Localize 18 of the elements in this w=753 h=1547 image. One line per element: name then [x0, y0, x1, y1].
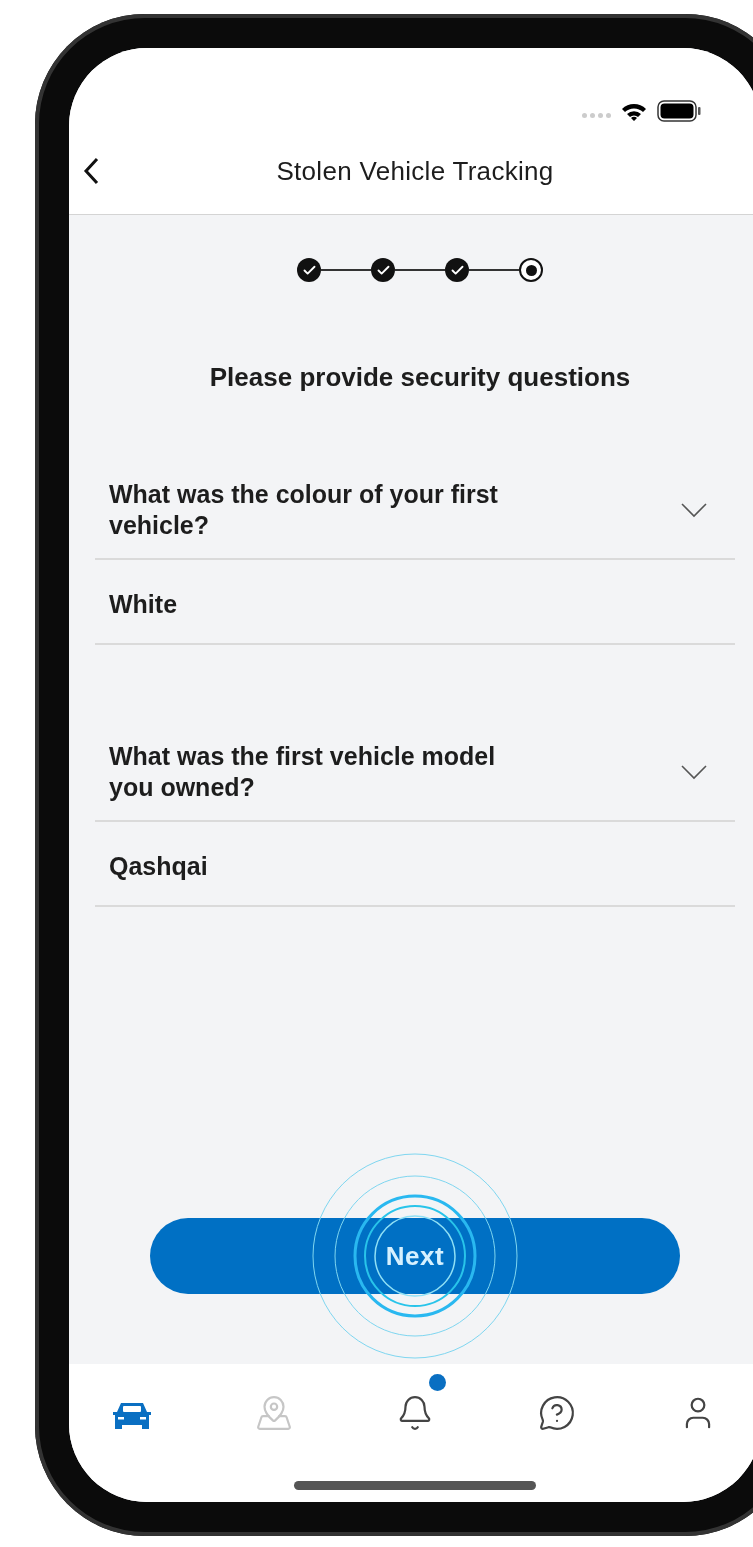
signal-icon — [582, 113, 611, 118]
answer-field[interactable]: White — [95, 559, 735, 645]
chevron-down-icon — [681, 502, 707, 518]
back-button[interactable] — [81, 155, 101, 187]
help-icon — [537, 1394, 576, 1432]
car-icon — [112, 1400, 152, 1432]
chevron-down-icon — [681, 764, 707, 780]
map-pin-icon — [254, 1394, 293, 1432]
section-heading: Please provide security questions — [208, 361, 632, 394]
question-dropdown[interactable]: What was the first vehicle model you owned? — [95, 741, 735, 822]
next-button[interactable]: Next — [150, 1218, 680, 1294]
wifi-icon — [621, 102, 647, 122]
screen-title: Stolen Vehicle Tracking — [276, 154, 554, 188]
notification-badge — [429, 1374, 446, 1391]
battery-icon — [657, 100, 701, 122]
question-dropdown[interactable]: What was the colour of your first vehicle? — [95, 479, 735, 560]
answer-field[interactable]: Qashqai — [95, 821, 735, 907]
back-chevron-icon — [83, 157, 99, 185]
